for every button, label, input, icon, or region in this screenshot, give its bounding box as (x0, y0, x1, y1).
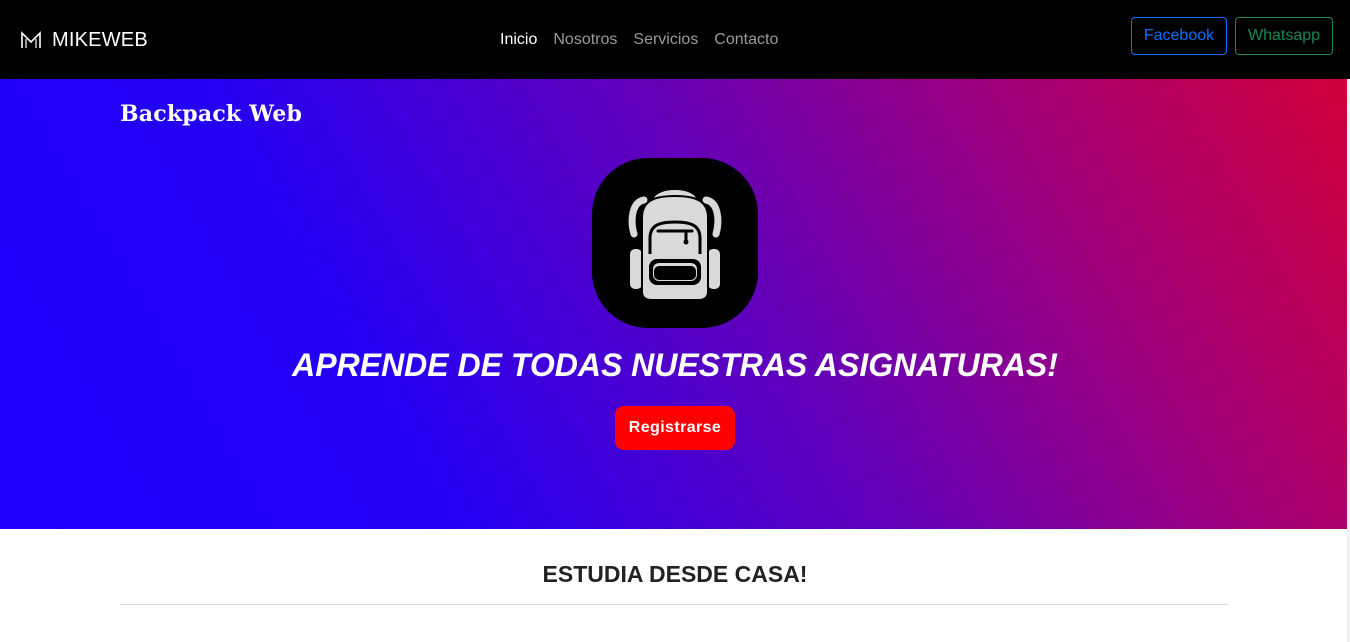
brand-link[interactable]: MIKEWEB (20, 27, 148, 53)
register-button[interactable]: Registrarse (615, 406, 735, 450)
nav-menu: Inicio Nosotros Servicios Contacto (500, 29, 778, 51)
hero-headline: APRENDE DE TODAS NUESTRAS ASIGNATURAS! (292, 347, 1058, 383)
brand-name: MIKEWEB (52, 28, 148, 51)
backpack-icon (628, 190, 722, 301)
nav-link-servicios[interactable]: Servicios (633, 29, 698, 51)
nav-link-nosotros[interactable]: Nosotros (553, 29, 617, 51)
facebook-button[interactable]: Facebook (1131, 17, 1227, 55)
nav-link-inicio[interactable]: Inicio (500, 29, 537, 51)
hero-title: Backpack Web (120, 101, 303, 127)
hero-logo (592, 158, 758, 328)
section-heading: ESTUDIA DESDE CASA! (542, 561, 808, 587)
hero-section: Backpack Web APRENDE DE TODAS NUESTRAS A… (0, 79, 1350, 529)
m-logo-icon (21, 31, 41, 48)
nav-link-contacto[interactable]: Contacto (714, 29, 778, 51)
navbar: MIKEWEB Inicio Nosotros Servicios Contac… (0, 0, 1350, 79)
section-divider (120, 604, 1229, 605)
whatsapp-button[interactable]: Whatsapp (1235, 17, 1333, 55)
